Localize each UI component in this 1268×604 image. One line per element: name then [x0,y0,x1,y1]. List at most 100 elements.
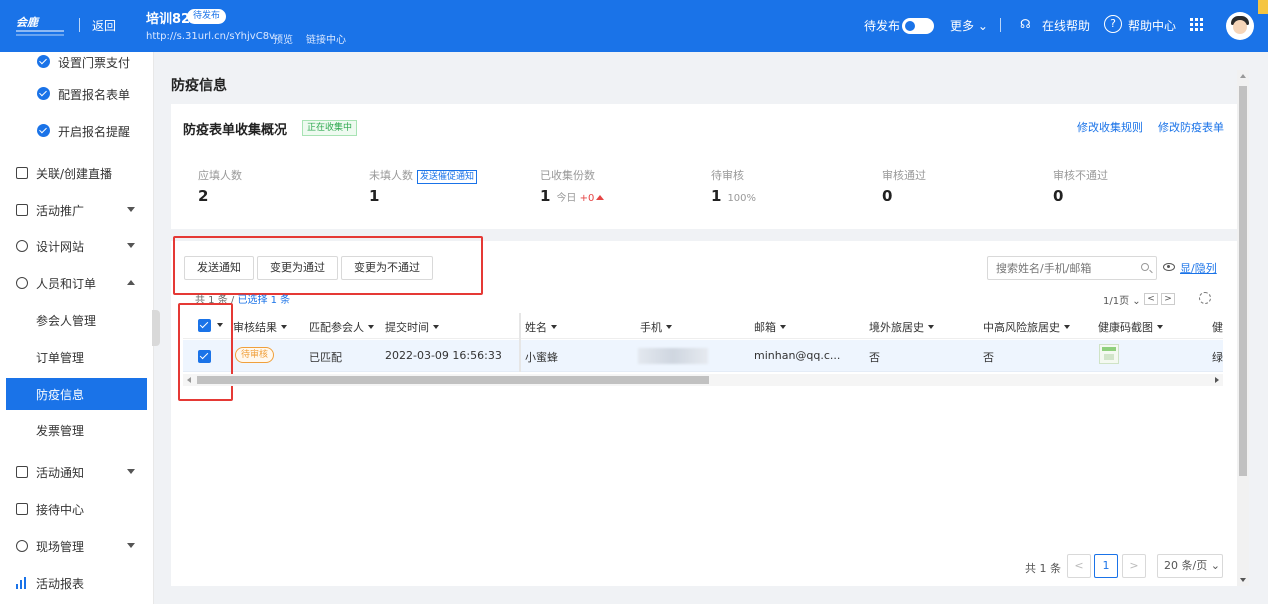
cell-risk: 否 [983,351,994,364]
health-code-thumbnail[interactable] [1099,344,1119,364]
top-header: 会鹿 返回 培训82 待发布 http://s.31url.cn/sYhjvC8… [0,0,1268,52]
column-header-risk[interactable]: 中高风险旅居史 [983,319,1070,335]
scroll-down-icon[interactable] [1240,578,1246,582]
page-size-select[interactable]: 20 条/页 ⌄ [1157,554,1223,578]
prev-page-small-button[interactable]: < [1144,293,1158,305]
sidebar-item-reports[interactable]: 活动报表 [0,567,153,599]
link-center-link[interactable]: 链接中心 [306,31,346,46]
scroll-right-icon[interactable] [1215,377,1219,383]
caret-down-icon [1064,325,1070,329]
stat-rejected: 审核不通过 0 [1053,169,1108,205]
caret-down-icon [551,325,557,329]
table-row[interactable]: 待审核 已匹配 2022-03-09 16:56:33 小蜜蜂 minhan@q… [183,340,1223,372]
chevron-down-icon [127,207,135,212]
column-header-email[interactable]: 邮箱 [754,319,786,335]
sidebar-item-promotion[interactable]: 活动推广 [0,194,153,226]
check-circle-icon [37,55,50,68]
promote-icon [16,204,28,216]
help-center-link[interactable]: 帮助中心 [1128,17,1176,34]
send-reminder-button[interactable]: 发送催促通知 [417,170,478,184]
vertical-scroll-thumb[interactable] [1239,86,1247,476]
eye-icon[interactable] [1163,263,1175,271]
column-header-phone[interactable]: 手机 [640,319,672,335]
scroll-left-icon[interactable] [187,377,191,383]
publish-toggle[interactable] [902,18,934,34]
section-title: 防疫表单收集概况 [183,123,288,138]
prev-page-button[interactable]: < [1067,554,1091,578]
page-1-button[interactable]: 1 [1094,554,1118,578]
search-input[interactable] [996,260,1136,276]
highlight-box-checkboxes [178,303,233,401]
fixed-column-separator [519,313,521,372]
chevron-down-icon [127,243,135,248]
corner-marker [1258,0,1268,14]
header-divider-2 [1000,18,1001,32]
chevron-down-icon: ⌄ [977,19,988,33]
brand-logo[interactable]: 会鹿 [16,14,64,38]
column-header-match[interactable]: 匹配参会人 [309,319,374,335]
check-circle-icon [37,124,50,137]
sidebar-subitem-ticket-payment[interactable]: 设置门票支付 [0,52,153,78]
sidebar-item-reception[interactable]: 接待中心 [0,493,153,525]
search-box[interactable] [987,256,1157,280]
sidebar-item-invoices[interactable]: 发票管理 [0,414,153,446]
column-header-review[interactable]: 审核结果 [233,319,287,335]
next-page-small-button[interactable]: > [1161,293,1175,305]
column-header-truncated[interactable]: 健 [1212,319,1223,335]
caret-down-icon [928,325,934,329]
gear-icon[interactable] [1199,292,1211,304]
cell-match: 已匹配 [309,351,342,364]
stat-collected: 已收集份数 1 今日 +0 [540,167,605,205]
sidebar-item-attendees[interactable]: 参会人管理 [0,304,153,336]
show-hide-columns-link[interactable]: 显/隐列 [1180,260,1217,276]
event-status-badge: 待发布 [187,9,227,24]
sidebar-item-notifications[interactable]: 活动通知 [0,456,153,488]
sidebar-subitem-registration-form[interactable]: 配置报名表单 [0,78,153,110]
scroll-up-icon[interactable] [1240,74,1246,78]
cell-name: 小蜜蜂 [525,351,558,364]
highlight-box-actions [173,236,483,295]
edit-rules-link[interactable]: 修改收集规则 [1077,119,1143,135]
search-icon [1141,263,1149,271]
question-icon: ? [1104,15,1122,33]
vertical-scrollbar[interactable] [1237,70,1249,586]
stat-not-filled: 未填人数 发送催促通知 1 [369,167,478,205]
online-help-link[interactable]: 在线帮助 [1042,17,1090,34]
live-icon [16,167,28,179]
table-header: 审核结果 匹配参会人 提交时间 姓名 手机 邮箱 境外旅居史 中高风险旅居史 健… [183,313,1223,339]
next-page-button[interactable]: > [1122,554,1146,578]
sidebar-collapse-handle[interactable] [152,310,160,346]
cell-email: minhan@qq.c... [754,349,841,362]
sidebar-item-people-orders[interactable]: 人员和订单 [0,267,153,299]
cell-phone-redacted [638,348,708,364]
user-avatar[interactable] [1226,12,1254,40]
back-link[interactable]: 返回 [92,17,116,34]
sidebar-item-website[interactable]: 设计网站 [0,230,153,262]
sidebar-item-orders[interactable]: 订单管理 [0,341,153,373]
horizontal-scrollbar[interactable] [183,374,1223,386]
apps-grid-icon[interactable] [1190,18,1204,32]
column-header-name[interactable]: 姓名 [525,319,557,335]
horizontal-scroll-thumb[interactable] [197,376,709,384]
cell-overseas: 否 [869,351,880,364]
total-count: 共 1 条 [1025,562,1061,575]
people-icon [16,277,28,289]
preview-link[interactable]: 预览 [273,31,293,46]
edit-form-link[interactable]: 修改防疫表单 [1158,119,1224,135]
column-header-overseas[interactable]: 境外旅居史 [869,319,934,335]
page-indicator[interactable]: 1/1页 ⌄ [1103,292,1141,307]
stat-approved: 审核通过 0 [882,169,926,205]
column-header-health-code[interactable]: 健康码截图 [1098,319,1163,335]
event-url[interactable]: http://s.31url.cn/sYhjvC8v [146,31,275,42]
sidebar-subitem-registration-reminder[interactable]: 开启报名提醒 [0,115,153,147]
chevron-up-icon [127,280,135,285]
column-header-submit-time[interactable]: 提交时间 [385,319,439,335]
more-menu[interactable]: 更多 ⌄ [950,17,988,34]
onsite-icon [16,540,28,552]
notify-icon [16,466,28,478]
page-title: 防疫信息 [171,78,227,94]
sidebar-item-onsite[interactable]: 现场管理 [0,530,153,562]
sidebar-item-live[interactable]: 关联/创建直播 [0,157,153,189]
sidebar-item-epidemic-info[interactable]: 防疫信息 [6,378,147,410]
caret-down-icon [780,325,786,329]
